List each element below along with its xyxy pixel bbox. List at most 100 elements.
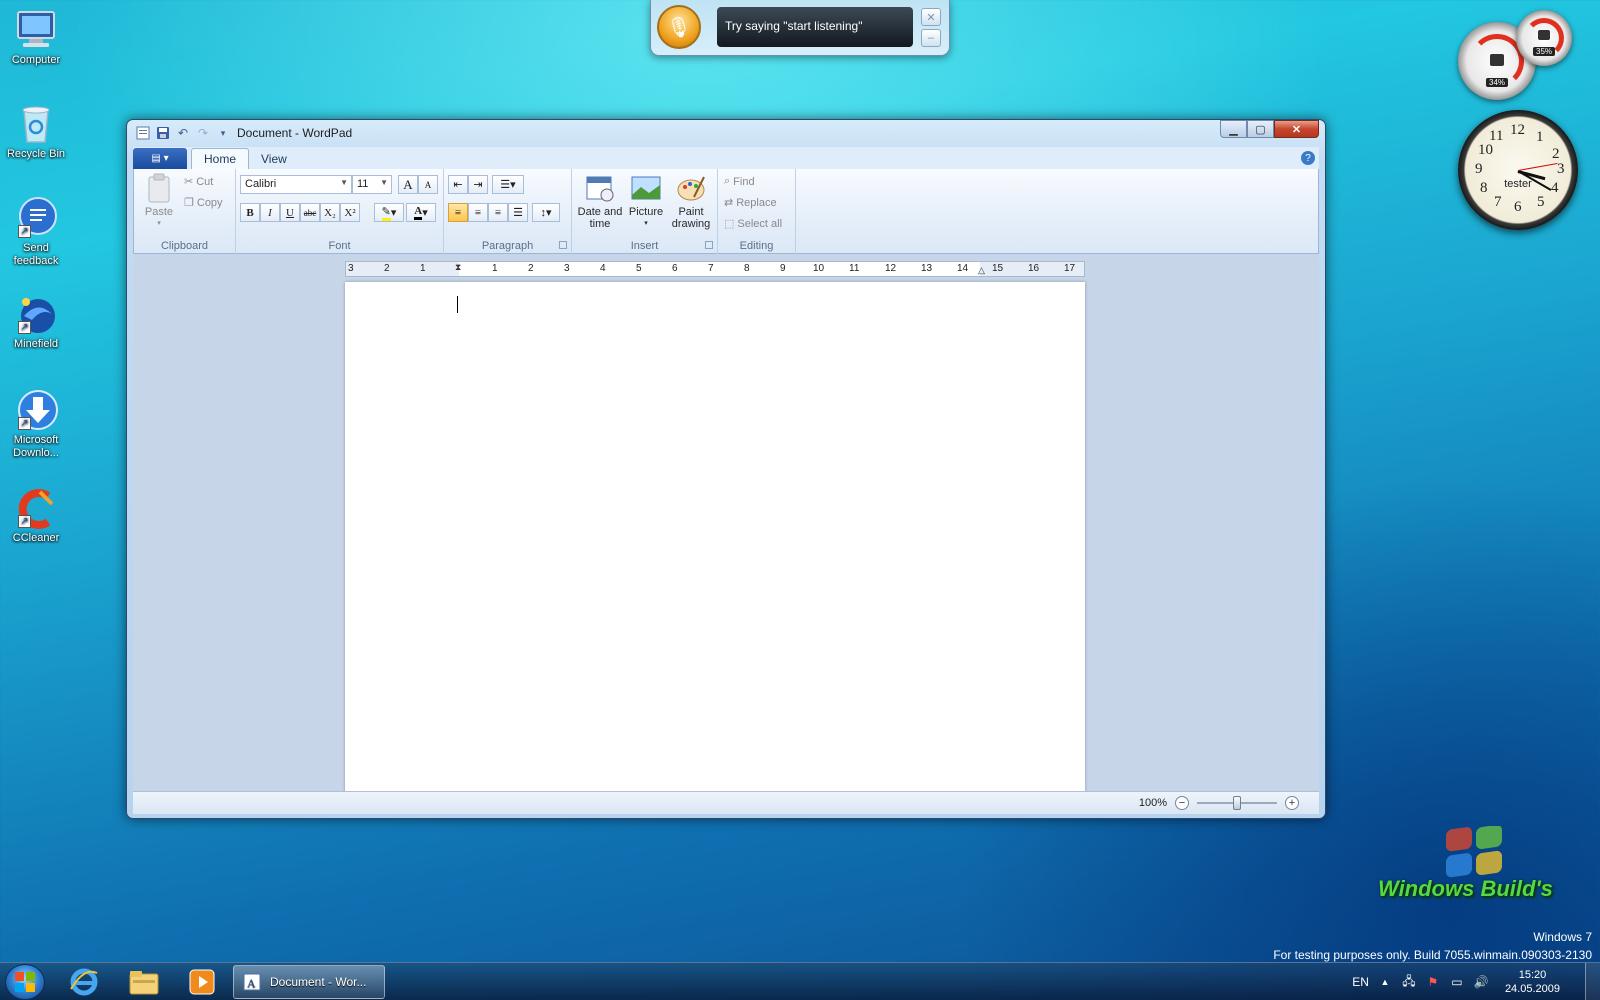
- dialog-launcher-icon[interactable]: [559, 241, 567, 249]
- status-bar: 100% − +: [133, 791, 1319, 814]
- show-hidden-icons-icon[interactable]: ▲: [1377, 974, 1393, 990]
- tab-view[interactable]: View: [249, 148, 299, 169]
- folder-icon: [129, 971, 159, 995]
- computer-icon: [14, 8, 58, 52]
- customize-toolbar-icon[interactable]: ▾: [215, 125, 231, 141]
- start-button[interactable]: [5, 964, 45, 1000]
- alignment-buttons: ≡ ≡ ≡ ☰ ↕▾: [448, 203, 560, 222]
- speech-recognition-bar: 🎙 Try saying "start listening" ✕ –: [650, 0, 950, 56]
- zoom-out-button[interactable]: −: [1175, 796, 1189, 810]
- taskbar-wordpad-task[interactable]: A Document - Wor...: [233, 965, 385, 999]
- zoom-slider-thumb[interactable]: [1233, 796, 1241, 810]
- display-icon[interactable]: ▭: [1449, 974, 1465, 990]
- desktop-icon-ccleaner[interactable]: ↗ CCleaner: [4, 486, 68, 545]
- show-desktop-button[interactable]: [1585, 963, 1600, 1000]
- align-center-icon[interactable]: ≡: [468, 203, 488, 222]
- application-menu-button[interactable]: ▤ ▾: [133, 148, 187, 169]
- action-center-flag-icon[interactable]: ⚑: [1425, 974, 1441, 990]
- zoom-in-button[interactable]: +: [1285, 796, 1299, 810]
- tab-home[interactable]: Home: [191, 148, 250, 169]
- ruler-tick: 13: [921, 263, 933, 274]
- taskbar-internet-explorer[interactable]: [58, 966, 110, 998]
- date-time-button[interactable]: Date and time: [576, 173, 624, 230]
- microphone-button[interactable]: 🎙: [657, 5, 701, 49]
- cpu-gauge-icon: [1490, 54, 1504, 66]
- clock-gadget[interactable]: 12 1 2 3 4 5 6 7 8 9 10 11 tester: [1458, 110, 1578, 230]
- increase-indent-icon[interactable]: ⇥: [468, 175, 488, 194]
- desktop-icon-send-feedback[interactable]: ↗ Send feedback: [4, 196, 68, 268]
- redo-icon[interactable]: ↷: [195, 125, 211, 141]
- language-indicator[interactable]: EN: [1352, 975, 1369, 989]
- dialog-launcher-icon[interactable]: [705, 241, 713, 249]
- picture-icon: [631, 173, 661, 203]
- bullets-list-icon[interactable]: ☰▾: [492, 175, 524, 194]
- ruler-tick: 15: [992, 263, 1004, 274]
- paint-drawing-button[interactable]: Paint drawing: [668, 173, 714, 230]
- zoom-slider[interactable]: [1197, 796, 1277, 810]
- font-size-select[interactable]: 11 ▼: [352, 175, 392, 194]
- speech-prompt: Try saying "start listening": [717, 7, 913, 47]
- line-spacing-icon[interactable]: ↕▾: [532, 203, 560, 222]
- select-all-button[interactable]: ⬚ Select all: [724, 217, 782, 231]
- desktop-icon-microsoft-download[interactable]: ↗ Microsoft Downlo...: [4, 388, 68, 460]
- ruler-tick: 3: [348, 263, 354, 274]
- bold-button[interactable]: B: [240, 203, 260, 222]
- superscript-button[interactable]: X²: [340, 203, 360, 222]
- paste-icon: [147, 173, 171, 203]
- font-family-select[interactable]: Calibri ▼: [240, 175, 352, 194]
- desktop-icon-computer[interactable]: Computer: [4, 8, 68, 67]
- find-button[interactable]: ⌕ Find: [724, 175, 755, 188]
- ruler-tick: 6: [672, 263, 678, 274]
- maximize-button[interactable]: ▢: [1247, 120, 1274, 138]
- document-page[interactable]: [345, 282, 1085, 791]
- highlight-color-button[interactable]: ✎ ▾: [374, 203, 404, 222]
- indent-marker-icon[interactable]: ⧗: [455, 262, 461, 273]
- desktop-icon-recycle-bin[interactable]: Recycle Bin: [4, 102, 68, 161]
- ruler-tick: 11: [849, 263, 860, 274]
- picture-button[interactable]: Picture ▾: [626, 173, 666, 230]
- decrease-indent-icon[interactable]: ⇤: [448, 175, 468, 194]
- volume-icon[interactable]: 🔊: [1473, 974, 1489, 990]
- ruler[interactable]: 3 2 1 1 2 3 4 5 6 7 8 9 10 11 12 13 14 1…: [345, 261, 1085, 277]
- grow-font-button[interactable]: A: [398, 175, 418, 194]
- wordpad-app-icon[interactable]: [135, 125, 151, 141]
- clock-number: 12: [1510, 122, 1525, 138]
- media-player-icon: [189, 969, 215, 995]
- paste-button[interactable]: Paste ▾: [142, 173, 176, 230]
- cut-button[interactable]: ✂ Cut: [184, 175, 213, 189]
- shrink-font-button[interactable]: A: [418, 175, 438, 194]
- strikethrough-button[interactable]: abc: [300, 203, 320, 222]
- close-button[interactable]: ✕: [1274, 120, 1319, 138]
- speech-minimize-button[interactable]: –: [921, 29, 941, 47]
- picture-dropdown-icon: ▾: [644, 220, 648, 227]
- ruler-tick: 12: [885, 263, 897, 274]
- undo-icon[interactable]: ↶: [175, 125, 191, 141]
- desktop-icon-minefield[interactable]: ↗ Minefield: [4, 292, 68, 351]
- highlighter-icon: ✎: [381, 205, 391, 221]
- text-color-button[interactable]: A ▾: [406, 203, 436, 222]
- speech-close-button[interactable]: ✕: [921, 8, 941, 26]
- subscript-button[interactable]: X₂: [320, 203, 340, 222]
- group-paragraph: ⇤ ⇥ ☰▾ ≡ ≡ ≡ ☰ ↕▾ Paragraph: [444, 169, 572, 254]
- copy-button[interactable]: ❐ Copy: [184, 196, 223, 210]
- underline-button[interactable]: U: [280, 203, 300, 222]
- minimize-button[interactable]: ▁: [1220, 120, 1247, 138]
- clock-number: 11: [1489, 128, 1504, 144]
- align-left-icon[interactable]: ≡: [448, 203, 468, 222]
- zoom-level: 100%: [1138, 797, 1167, 809]
- ruler-tick: 10: [813, 263, 825, 274]
- help-icon[interactable]: ?: [1301, 151, 1315, 165]
- right-indent-marker-icon[interactable]: △: [978, 265, 985, 276]
- network-icon[interactable]: 🖧: [1401, 974, 1417, 990]
- taskbar-windows-explorer[interactable]: [118, 966, 170, 998]
- align-right-icon[interactable]: ≡: [488, 203, 508, 222]
- taskbar-media-player[interactable]: [176, 966, 228, 998]
- justify-icon[interactable]: ☰: [508, 203, 528, 222]
- italic-button[interactable]: I: [260, 203, 280, 222]
- save-icon[interactable]: [155, 125, 171, 141]
- ruler-left-margin: [346, 262, 459, 276]
- taskbar-clock[interactable]: 15:20 24.05.2009: [1505, 968, 1560, 996]
- memory-gauge-icon: [1538, 30, 1550, 40]
- replace-button[interactable]: ⇄ Replace: [724, 196, 777, 210]
- memory-meter-gadget[interactable]: 35%: [1516, 10, 1572, 66]
